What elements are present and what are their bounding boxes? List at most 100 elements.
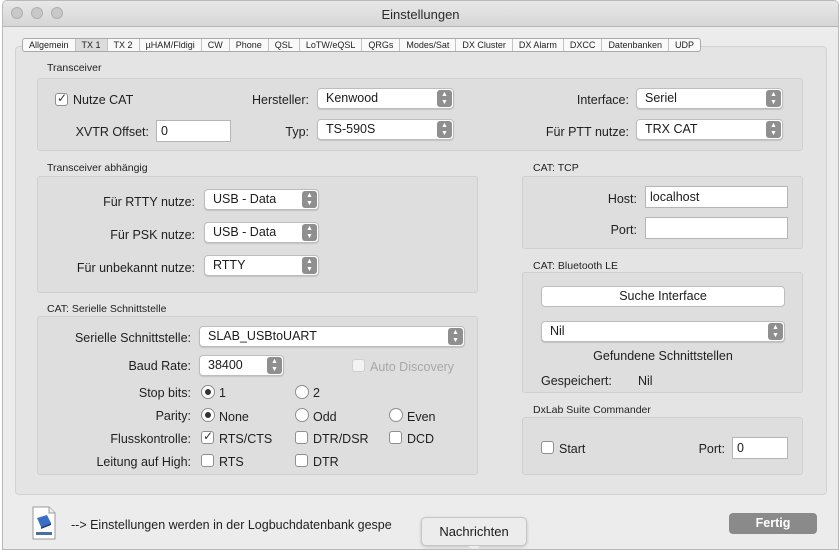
typ-popup[interactable]: TS-590S ▲ ▼ xyxy=(317,119,454,140)
unbekannt-label: Für unbekannt nutze: xyxy=(76,261,195,275)
tab-datenbanken[interactable]: Datenbanken xyxy=(602,39,669,51)
stop-bits-1-radio[interactable] xyxy=(201,385,215,399)
psk-label: Für PSK nutze: xyxy=(110,228,195,242)
parity-odd-label: Odd xyxy=(313,410,337,424)
use-cat-label: Nutze CAT xyxy=(73,93,134,107)
serial-port-label: Serielle Schnittstelle: xyxy=(74,331,191,345)
tab-udp[interactable]: UDP xyxy=(669,39,700,51)
auto-discovery-checkbox[interactable] xyxy=(352,359,365,372)
chevron-updown-icon: ▲ ▼ xyxy=(267,357,282,374)
parity-none-radio[interactable] xyxy=(201,408,215,422)
tab-dx-alarm[interactable]: DX Alarm xyxy=(513,39,564,51)
dxlab-port-input[interactable] xyxy=(732,437,788,459)
tab-bar: Allgemein TX 1 TX 2 µHAM/Fldigi CW Phone QSL Lo… xyxy=(22,38,701,52)
chevron-updown-icon: ▲ ▼ xyxy=(302,257,317,274)
host-input[interactable] xyxy=(645,186,788,208)
suche-interface-button[interactable]: Suche Interface xyxy=(541,286,785,307)
chevron-updown-icon: ▲ ▼ xyxy=(766,121,781,138)
parity-even-radio[interactable] xyxy=(389,408,403,422)
chevron-updown-icon: ▲ ▼ xyxy=(768,323,783,340)
footer-info-text: --> Einstellungen werden in der Logbuchd… xyxy=(71,518,392,532)
chevron-updown-icon: ▲ ▼ xyxy=(437,121,452,138)
tab-dx-cluster[interactable]: DX Cluster xyxy=(456,39,513,51)
transceiver-group-title: Transceiver xyxy=(47,62,102,74)
unbekannt-popup[interactable]: RTTY ▲ ▼ xyxy=(204,255,319,276)
serial-group-title: CAT: Serielle Schnittstelle xyxy=(47,303,167,315)
stop-bits-label: Stop bits: xyxy=(138,386,191,400)
chevron-updown-icon: ▲ ▼ xyxy=(302,191,317,208)
tab-tx-2[interactable]: TX 2 xyxy=(108,39,140,51)
saved-value: Nil xyxy=(638,374,653,388)
baud-rate-label: Baud Rate: xyxy=(128,359,191,373)
parity-none-label: None xyxy=(219,410,249,424)
flow-dcd-label: DCD xyxy=(407,432,435,446)
chevron-updown-icon: ▲ ▼ xyxy=(302,224,317,241)
dxlab-start-checkbox[interactable] xyxy=(541,441,554,454)
xvtr-offset-label: XVTR Offset: xyxy=(75,125,149,139)
hersteller-label: Hersteller: xyxy=(252,93,309,107)
stop-bits-2-label: 2 xyxy=(313,386,320,400)
interface-label: Interface: xyxy=(576,93,629,107)
found-interfaces-label: Gefundene Schnittstellen xyxy=(593,349,733,363)
cat-tcp-group-title: CAT: TCP xyxy=(533,162,579,174)
serial-port-popup[interactable]: SLAB_USBtoUART ▲ ▼ xyxy=(199,326,465,347)
high-dtr-label: DTR xyxy=(313,455,339,469)
flow-dcd-checkbox[interactable] xyxy=(389,431,402,444)
title-bar: Einstellungen xyxy=(3,1,838,27)
rtty-label: Für RTTY nutze: xyxy=(103,195,195,209)
chevron-updown-icon: ▲ ▼ xyxy=(448,328,463,345)
high-rts-label: RTS xyxy=(219,455,244,469)
typ-label: Typ: xyxy=(285,125,309,139)
tcp-port-label: Port: xyxy=(610,223,637,237)
abhaengig-group-title: Transceiver abhängig xyxy=(47,162,148,174)
flow-control-label: Flusskontrolle: xyxy=(110,432,191,446)
rtty-popup[interactable]: USB - Data ▲ ▼ xyxy=(204,189,319,210)
psk-popup[interactable]: USB - Data ▲ ▼ xyxy=(204,222,319,243)
ptt-label: Für PTT nutze: xyxy=(545,125,629,139)
ptt-popup[interactable]: TRX CAT ▲ ▼ xyxy=(636,119,783,140)
xvtr-offset-input[interactable] xyxy=(156,120,231,142)
high-dtr-checkbox[interactable] xyxy=(295,454,308,467)
parity-odd-radio[interactable] xyxy=(295,408,309,422)
saved-label: Gespeichert: xyxy=(541,374,612,388)
auto-discovery-label: Auto Discovery xyxy=(370,360,455,374)
dxlab-port-label: Port: xyxy=(698,442,725,456)
stop-bits-1-label: 1 xyxy=(219,386,226,400)
tab-qsl[interactable]: QSL xyxy=(269,39,300,51)
tcp-port-input[interactable] xyxy=(645,217,788,239)
tab-lotw-eqsl[interactable]: LoTW/eQSL xyxy=(300,39,363,51)
parity-label: Parity: xyxy=(155,409,191,423)
tab-dxcc[interactable]: DXCC xyxy=(564,39,603,51)
line-high-label: Leitung auf High: xyxy=(96,455,191,469)
parity-even-label: Even xyxy=(407,410,436,424)
high-rts-checkbox[interactable] xyxy=(201,454,214,467)
nachrichten-tooltip: Nachrichten xyxy=(421,517,527,549)
baud-rate-popup[interactable]: 38400 ▲ ▼ xyxy=(199,355,284,376)
use-cat-checkbox[interactable] xyxy=(55,91,68,106)
tab-tx-1[interactable]: TX 1 xyxy=(75,39,108,51)
tab-allgemein[interactable]: Allgemein xyxy=(23,39,76,51)
dxlab-group-title: DxLab Suite Commander xyxy=(533,404,651,416)
flow-rts-cts-checkbox[interactable] xyxy=(201,429,214,444)
tab-modes-sat[interactable]: Modes/Sat xyxy=(400,39,457,51)
dxlab-start-label: Start xyxy=(559,442,586,456)
interface-popup[interactable]: Seriel ▲ ▼ xyxy=(636,88,783,109)
chevron-updown-icon: ▲ ▼ xyxy=(766,90,781,107)
stop-bits-2-radio[interactable] xyxy=(295,385,309,399)
tab-cw[interactable]: CW xyxy=(202,39,230,51)
bluetooth-group-title: CAT: Bluetooth LE xyxy=(533,260,619,272)
flow-dtr-dsr-checkbox[interactable] xyxy=(295,431,308,444)
tab-phone[interactable]: Phone xyxy=(230,39,269,51)
hersteller-popup[interactable]: Kenwood ▲ ▼ xyxy=(317,88,454,109)
fertig-button[interactable]: Fertig xyxy=(729,513,817,534)
host-label: Host: xyxy=(607,192,637,206)
chevron-updown-icon: ▲ ▼ xyxy=(437,90,452,107)
window-title: Einstellungen xyxy=(381,7,460,22)
flow-dtr-dsr-label: DTR/DSR xyxy=(313,432,369,446)
tab-qrgs[interactable]: QRGs xyxy=(362,39,401,51)
bluetooth-interface-popup[interactable]: Nil ▲ ▼ xyxy=(541,321,785,342)
flow-rts-cts-label: RTS/CTS xyxy=(219,432,273,446)
settings-window: Einstellungen Allgemein TX 1 TX 2 µHAM/Fldi… xyxy=(2,0,839,550)
tab--ham-fldigi[interactable]: µHAM/Fldigi xyxy=(140,39,202,51)
logbook-app-icon xyxy=(31,506,57,540)
